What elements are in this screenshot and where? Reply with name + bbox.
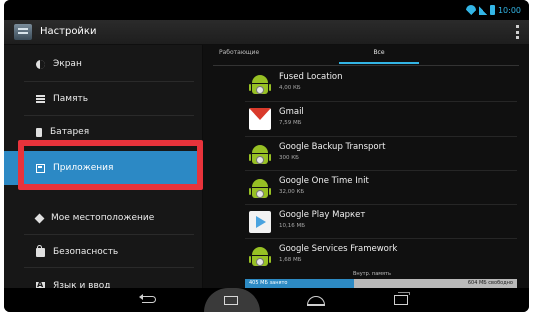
app-name: Google Services Framework (279, 244, 398, 254)
sidebar-item-label: Мое местоположение (51, 213, 155, 223)
status-bar: 10:00 (4, 0, 529, 20)
app-row-gmail[interactable]: Gmail 7,59 МБ (245, 102, 515, 135)
app-size: 10,16 МБ (279, 223, 306, 229)
app-size: 1,68 МБ (279, 257, 302, 263)
storage-label: Внутр. память (353, 271, 391, 277)
app-row-fused-location[interactable]: Fused Location 4,00 КБ (245, 67, 515, 100)
android-icon (249, 143, 271, 165)
sidebar-item-label: Память (53, 94, 89, 104)
overflow-menu-icon[interactable] (516, 25, 519, 39)
battery-icon (36, 127, 42, 137)
android-icon (249, 73, 271, 95)
back-icon[interactable] (128, 292, 168, 308)
app-title: Настройки (40, 26, 97, 37)
tab-running[interactable]: Работающие (219, 49, 279, 64)
app-size: 300 КБ (279, 155, 299, 161)
status-time: 10:00 (497, 5, 521, 15)
app-row-google-play-market[interactable]: Google Play Маркет 10,16 МБ (245, 205, 515, 238)
app-row-google-backup-transport[interactable]: Google Backup Transport 300 КБ (245, 137, 515, 170)
app-name: Google One Time Init (279, 176, 369, 186)
app-size: 32,00 КБ (279, 189, 305, 195)
sidebar-item-security[interactable]: Безопасность (4, 235, 202, 269)
status-icons: 10:00 (465, 3, 521, 17)
signal-icon (478, 5, 487, 15)
action-bar: Настройки (4, 20, 529, 45)
recent-apps-icon[interactable] (382, 292, 422, 308)
app-name: Google Backup Transport (279, 142, 386, 152)
sidebar-item-memory[interactable]: Память (4, 82, 202, 116)
navigation-bar (4, 288, 529, 312)
battery-status-icon (489, 5, 495, 15)
wifi-icon (465, 5, 476, 15)
apps-list-panel: Работающие Все Fused Location 4,00 КБ Gm… (203, 45, 529, 288)
gmail-icon (249, 108, 271, 130)
storage-used-text: 405 МБ занято (249, 280, 288, 286)
storage-bar: 405 МБ занято 604 МБ свободно (245, 279, 517, 288)
app-name: Google Play Маркет (279, 210, 366, 220)
tab-bar: Работающие Все (213, 45, 519, 66)
app-name: Gmail (279, 107, 304, 117)
sidebar-item-label: Безопасность (53, 247, 119, 257)
divider (24, 267, 194, 268)
sidebar-item-location[interactable]: Мое местоположение (4, 201, 202, 235)
screenshot-icon[interactable] (204, 288, 260, 312)
tablet-screen: 10:00 Настройки Экран Память Батарея При… (4, 0, 529, 312)
app-row-google-services-framework[interactable]: Google Services Framework 1,68 МБ (245, 239, 515, 272)
home-icon[interactable] (296, 292, 336, 308)
storage-free-text: 604 МБ свободно (467, 280, 513, 286)
app-name: Fused Location (279, 72, 343, 82)
sidebar-item-label: Батарея (50, 127, 90, 137)
memory-icon (36, 94, 45, 104)
app-size: 7,59 МБ (279, 120, 302, 126)
sidebar-item-display[interactable]: Экран (4, 47, 202, 81)
play-store-icon (249, 211, 271, 233)
android-icon (249, 245, 271, 267)
lock-icon (36, 244, 45, 257)
app-row-google-one-time-init[interactable]: Google One Time Init 32,00 КБ (245, 171, 515, 204)
display-icon (36, 59, 45, 69)
app-size: 4,00 КБ (279, 85, 301, 91)
location-icon (34, 213, 45, 223)
sidebar-item-label: Экран (53, 59, 82, 69)
android-icon (249, 177, 271, 199)
settings-app-icon[interactable] (14, 24, 32, 40)
highlight-frame (18, 140, 203, 190)
tab-all[interactable]: Все (339, 49, 419, 64)
